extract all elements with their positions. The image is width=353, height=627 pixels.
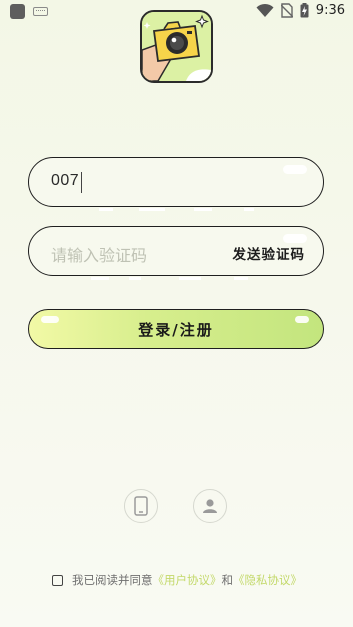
- sketch-dash: [139, 208, 165, 211]
- wifi-icon: [256, 3, 274, 17]
- agreement-prefix: 我已阅读并同意: [72, 573, 153, 587]
- clock: 9:36: [315, 3, 345, 18]
- highlight-decoration: [283, 165, 307, 174]
- battery-charging-icon: [300, 3, 309, 18]
- code-input[interactable]: 请输入验证码: [51, 242, 147, 266]
- sketch-dash: [99, 208, 113, 211]
- sketch-dash: [194, 208, 212, 211]
- camera-in-hand-icon: [142, 12, 211, 81]
- user-agreement-link[interactable]: 《用户协议》: [153, 572, 222, 588]
- status-icons: 9:36: [256, 3, 345, 18]
- no-sim-icon: [280, 3, 293, 18]
- sketch-dash: [91, 277, 109, 280]
- highlight-decoration: [283, 234, 307, 243]
- sketch-dash: [234, 277, 248, 280]
- phone-login-button[interactable]: [124, 489, 158, 523]
- login-register-label: 登录/注册: [138, 320, 214, 339]
- agreement-checkbox[interactable]: [52, 574, 63, 586]
- highlight-decoration: [41, 316, 59, 323]
- phone-icon: [134, 496, 148, 516]
- agreement-row: 我已阅读并同意 《用户协议》 和 《隐私协议》: [52, 572, 302, 588]
- account-login-button[interactable]: [193, 489, 227, 523]
- sketch-dash: [179, 277, 201, 280]
- app-notification-icon: [10, 4, 25, 19]
- agreement-conjunction: 和: [221, 573, 234, 587]
- sketch-dash: [129, 277, 141, 280]
- highlight-decoration: [295, 316, 309, 323]
- phone-field[interactable]: [28, 157, 324, 211]
- app-logo: [140, 10, 213, 83]
- privacy-policy-link[interactable]: 《隐私协议》: [233, 572, 302, 588]
- keyboard-icon: [33, 7, 48, 16]
- sketch-dash: [244, 208, 254, 211]
- code-field[interactable]: 请输入验证码 发送验证码: [28, 226, 324, 280]
- text-caret: [81, 172, 82, 193]
- login-register-button[interactable]: 登录/注册: [28, 309, 324, 349]
- user-icon: [203, 499, 217, 513]
- send-code-button[interactable]: 发送验证码: [233, 243, 306, 263]
- phone-input[interactable]: [51, 172, 271, 190]
